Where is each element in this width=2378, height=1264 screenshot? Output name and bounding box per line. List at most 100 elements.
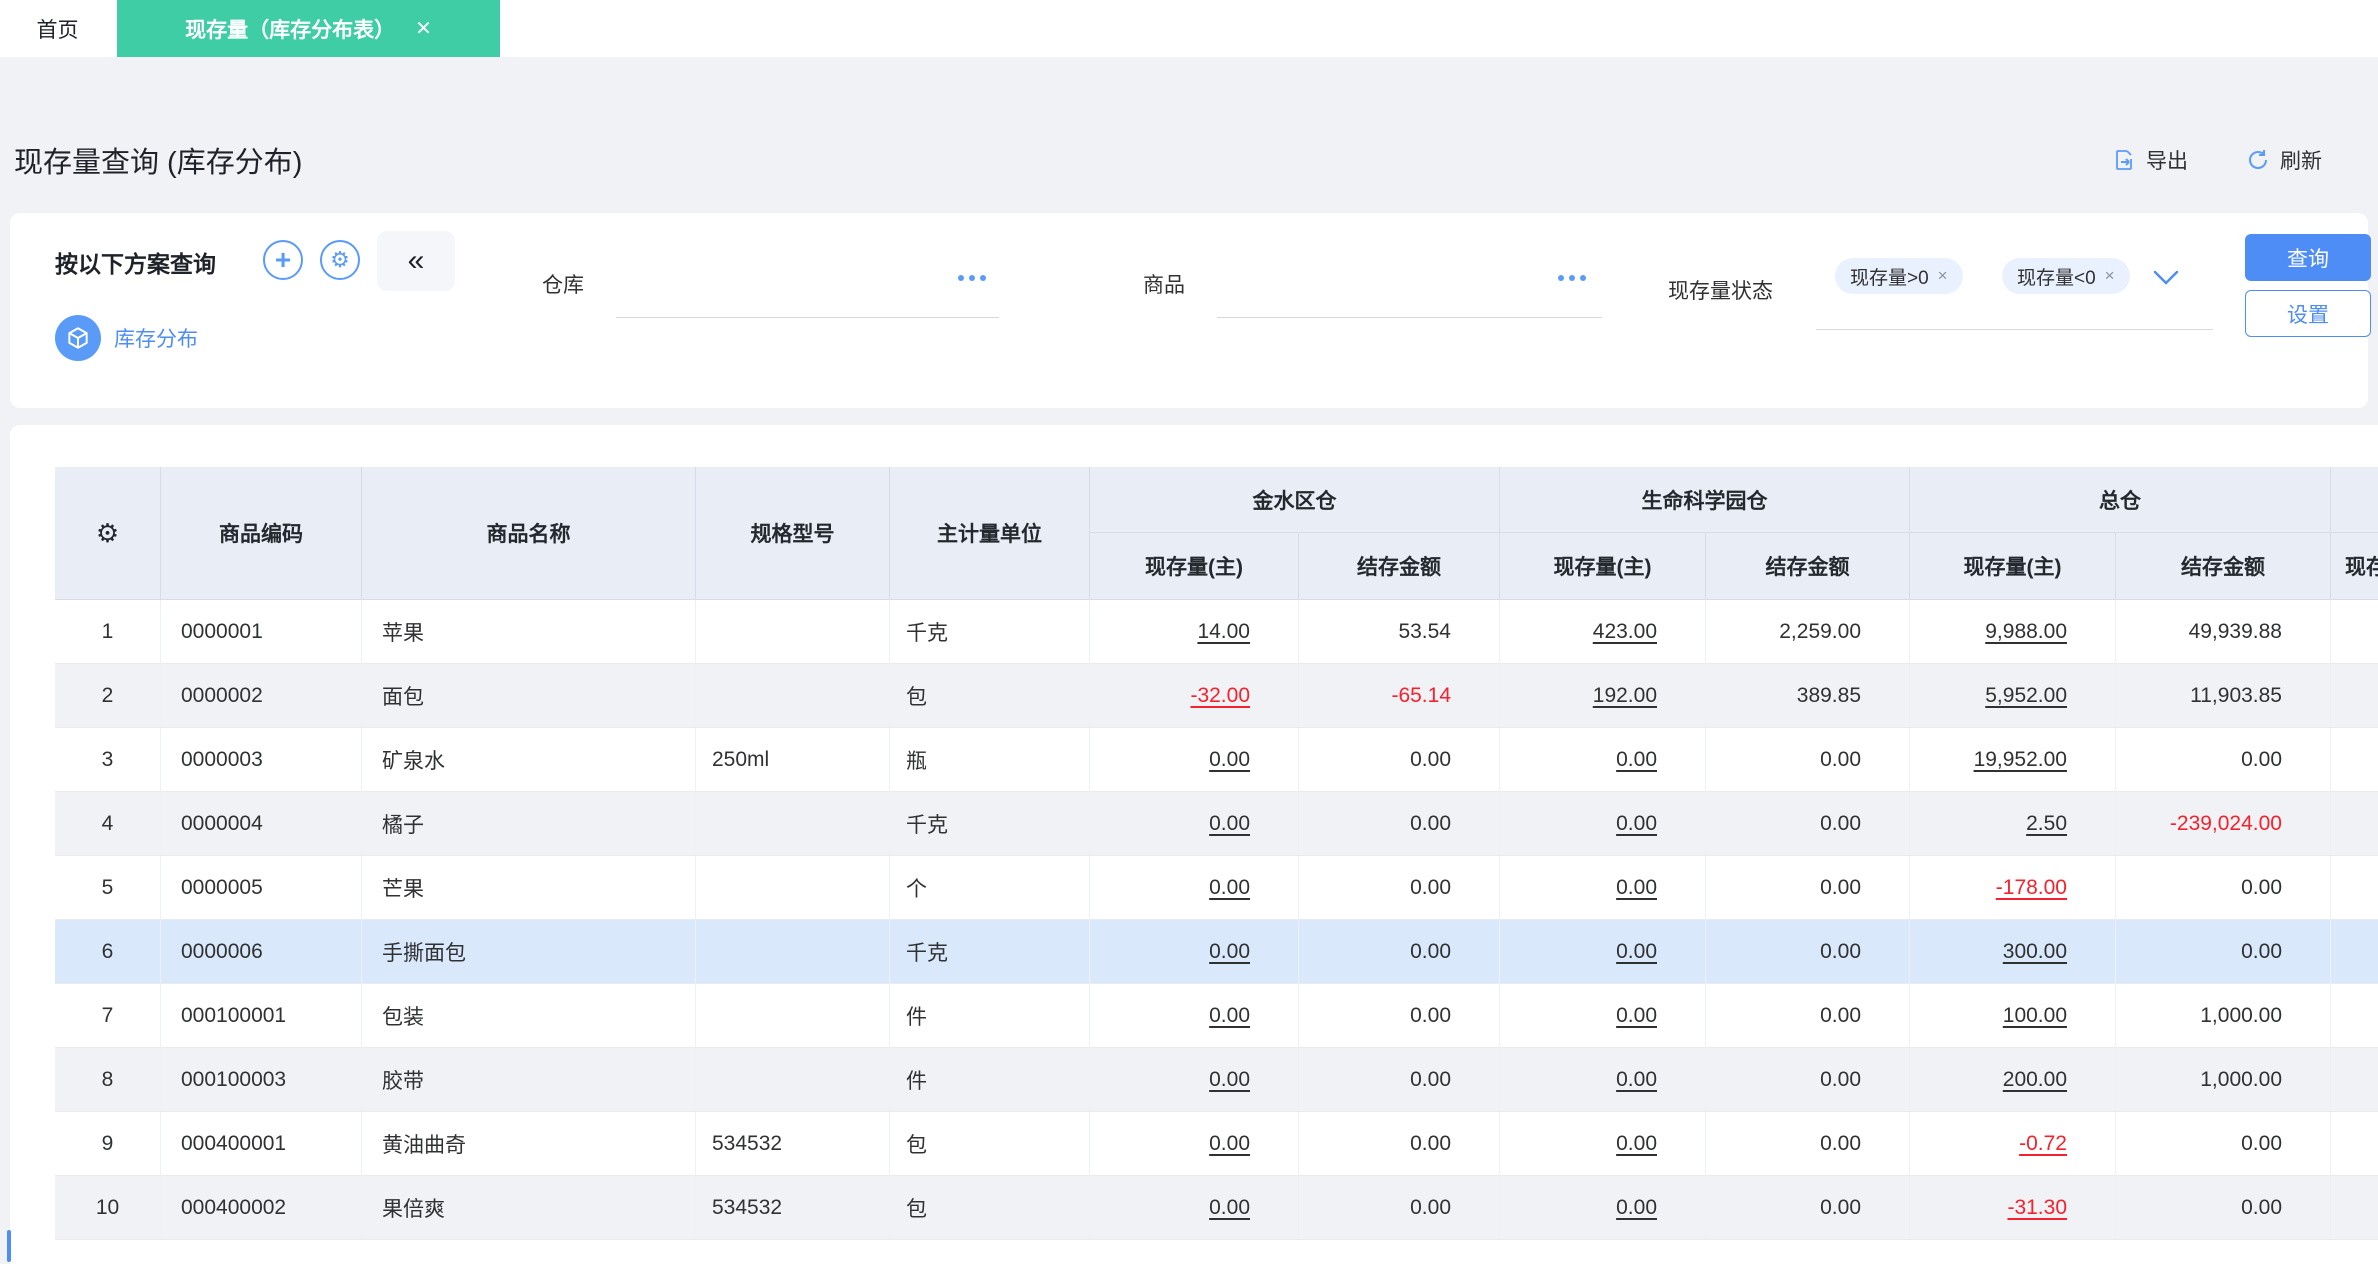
cell-stock-qty: 300.00 <box>1910 920 2116 984</box>
stock-qty-link[interactable]: 0.00 <box>1209 1132 1250 1156</box>
cell-unit: 千克 <box>890 920 1090 984</box>
stock-qty-link[interactable]: 0.00 <box>1616 748 1657 772</box>
tab-close-icon[interactable]: ✕ <box>415 16 432 41</box>
stock-qty-link[interactable]: 9,988.00 <box>1985 620 2067 644</box>
stock-qty-link[interactable]: 0.00 <box>1616 940 1657 964</box>
header-spec: 规格型号 <box>696 467 890 600</box>
cell-balance-amount: 0.00 <box>1299 728 1500 792</box>
scheme-item-inventory-distribution[interactable]: 库存分布 <box>55 315 198 361</box>
gear-icon[interactable]: ⚙ <box>96 518 119 549</box>
stock-qty-link[interactable]: 19,952.00 <box>1974 748 2067 772</box>
stock-qty-link[interactable]: 5,952.00 <box>1985 684 2067 708</box>
stock-qty-link[interactable]: 300.00 <box>2003 940 2067 964</box>
stock-status-input[interactable] <box>1816 253 2213 330</box>
cell-balance-amount: 0.00 <box>2116 856 2331 920</box>
stock-qty-link[interactable]: 0.00 <box>1616 876 1657 900</box>
balance-amount-value: 0.00 <box>1820 1195 1861 1219</box>
stock-qty-link[interactable]: -0.72 <box>2019 1132 2067 1156</box>
cell-stock-qty: 0.00 <box>1500 856 1706 920</box>
cell-unit: 千克 <box>890 600 1090 664</box>
balance-amount-value: 0.00 <box>1820 1067 1861 1091</box>
cell-spec <box>696 984 890 1048</box>
cell-stock-qty: 5,952.00 <box>1910 664 2116 728</box>
title-bar: 现存量查询 (库存分布) 导出 刷新 <box>14 120 2322 200</box>
cell-product-name: 苹果 <box>362 600 696 664</box>
cell-unit: 件 <box>890 1048 1090 1112</box>
scroll-indicator[interactable] <box>7 1230 11 1262</box>
balance-amount-value: 0.00 <box>1820 939 1861 963</box>
settings-button[interactable]: 设置 <box>2245 290 2371 337</box>
header-group-life-science: 生命科学园仓 <box>1500 467 1910 533</box>
stock-qty-link[interactable]: 192.00 <box>1593 684 1657 708</box>
stock-qty-link[interactable]: 0.00 <box>1616 1196 1657 1220</box>
cell-balance-amount: 0.00 <box>1299 1112 1500 1176</box>
add-scheme-button[interactable]: + <box>263 240 303 280</box>
refresh-button[interactable]: 刷新 <box>2246 145 2322 175</box>
cell-product-name: 面包 <box>362 664 696 728</box>
stock-qty-link[interactable]: 0.00 <box>1209 1004 1250 1028</box>
stock-qty-link[interactable]: -178.00 <box>1996 876 2067 900</box>
stock-qty-link[interactable]: 0.00 <box>1209 940 1250 964</box>
balance-amount-value: 1,000.00 <box>2200 1067 2282 1091</box>
tab-home[interactable]: 首页 <box>0 0 115 57</box>
cell-balance-amount: 2,259.00 <box>1706 600 1910 664</box>
scheme-settings-button[interactable]: ⚙ <box>320 240 360 280</box>
stock-qty-link[interactable]: 0.00 <box>1616 1068 1657 1092</box>
header-group-main: 总仓 <box>1910 467 2331 533</box>
cell-balance-amount: 0.00 <box>1706 856 1910 920</box>
cell-spec <box>696 792 890 856</box>
column-settings-header[interactable]: ⚙ <box>55 467 161 600</box>
query-button[interactable]: 查询 <box>2245 234 2371 281</box>
cell-partial <box>2331 1176 2378 1240</box>
balance-amount-value: -65.14 <box>1391 683 1451 707</box>
product-more-icon[interactable] <box>1558 275 1586 281</box>
stock-qty-link[interactable]: 0.00 <box>1209 1068 1250 1092</box>
stock-qty-link[interactable]: 0.00 <box>1616 1004 1657 1028</box>
cell-balance-amount: 0.00 <box>1299 984 1500 1048</box>
balance-amount-value: 49,939.88 <box>2188 619 2282 643</box>
cell-partial <box>2331 984 2378 1048</box>
refresh-label: 刷新 <box>2280 150 2322 173</box>
tab-inventory-distribution[interactable]: 现存量（库存分布表） ✕ <box>117 0 500 57</box>
warehouse-more-icon[interactable] <box>958 275 986 281</box>
product-input[interactable] <box>1217 269 1602 318</box>
header-qty: 现存量(主) <box>1500 533 1706 600</box>
collapse-panel-button[interactable]: « <box>377 231 455 291</box>
cell-stock-qty: -178.00 <box>1910 856 2116 920</box>
cube-icon <box>55 315 101 361</box>
header-qty: 现存量(主) <box>1090 533 1299 600</box>
cell-balance-amount: 389.85 <box>1706 664 1910 728</box>
balance-amount-value: 11,903.85 <box>2190 683 2282 707</box>
cell-unit: 件 <box>890 984 1090 1048</box>
stock-qty-link[interactable]: 423.00 <box>1593 620 1657 644</box>
scheme-item-label: 库存分布 <box>114 328 198 351</box>
balance-amount-value: -239,024.00 <box>2169 811 2282 835</box>
header-group-partial <box>2331 467 2378 533</box>
stock-qty-link[interactable]: 200.00 <box>2003 1068 2067 1092</box>
header-group-jinshui: 金水区仓 <box>1090 467 1500 533</box>
stock-qty-link[interactable]: 0.00 <box>1209 748 1250 772</box>
cell-balance-amount: 0.00 <box>1706 920 1910 984</box>
stock-qty-link[interactable]: 0.00 <box>1209 1196 1250 1220</box>
stock-qty-link[interactable]: -32.00 <box>1190 684 1250 708</box>
cell-stock-qty: 0.00 <box>1500 1112 1706 1176</box>
balance-amount-value: 0.00 <box>2241 747 2282 771</box>
cell-product-code: 0000006 <box>161 920 362 984</box>
cell-stock-qty: 0.00 <box>1500 728 1706 792</box>
cell-stock-qty: 0.00 <box>1500 1048 1706 1112</box>
stock-qty-link[interactable]: 14.00 <box>1197 620 1250 644</box>
cell-balance-amount: 0.00 <box>1706 1176 1910 1240</box>
stock-qty-link[interactable]: -31.30 <box>2007 1196 2067 1220</box>
cell-partial <box>2331 792 2378 856</box>
cell-row-number: 5 <box>55 856 161 920</box>
stock-qty-link[interactable]: 2.50 <box>2026 812 2067 836</box>
stock-qty-link[interactable]: 100.00 <box>2003 1004 2067 1028</box>
stock-qty-link[interactable]: 0.00 <box>1209 876 1250 900</box>
warehouse-input[interactable] <box>616 269 999 318</box>
stock-qty-link[interactable]: 0.00 <box>1616 812 1657 836</box>
cell-product-code: 0000001 <box>161 600 362 664</box>
cell-balance-amount: 0.00 <box>1706 792 1910 856</box>
stock-qty-link[interactable]: 0.00 <box>1209 812 1250 836</box>
export-button[interactable]: 导出 <box>2112 145 2188 175</box>
stock-qty-link[interactable]: 0.00 <box>1616 1132 1657 1156</box>
